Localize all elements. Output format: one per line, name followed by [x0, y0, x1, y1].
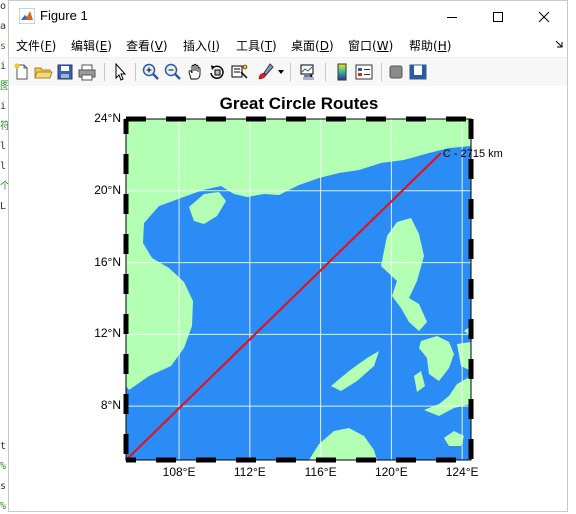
figure-window: Figure 1 文件(F) 编辑(E) 查看(V) 插入(I) 工具(T) 桌…	[8, 0, 568, 512]
matlab-icon	[19, 8, 35, 24]
menu-file[interactable]: 文件(F)	[16, 37, 56, 54]
menu-bar: 文件(F) 编辑(E) 查看(V) 插入(I) 工具(T) 桌面(D) 窗口(W…	[9, 32, 567, 57]
maximize-icon	[493, 11, 503, 22]
background-editor-char: i	[0, 101, 7, 112]
y-tick-label: 24°N	[94, 111, 121, 125]
rotate-icon[interactable]	[207, 62, 227, 82]
y-tick-label: 16°N	[94, 254, 121, 269]
y-tick-label: 12°N	[94, 326, 121, 341]
x-tick-label: 124°E	[445, 465, 479, 479]
x-tick-label: 112°E	[233, 465, 266, 479]
x-tick-label: 116°E	[304, 465, 337, 479]
menu-window[interactable]: 窗口(W)	[348, 37, 393, 54]
toolbar-separator	[290, 63, 291, 81]
background-editor-char: %	[0, 501, 7, 512]
minimize-icon	[447, 16, 457, 18]
close-button[interactable]	[521, 1, 567, 32]
open-file-icon[interactable]	[33, 62, 53, 82]
x-tick-label: 120°E	[374, 465, 408, 479]
background-editor-char: i	[0, 61, 7, 72]
hide-plot-tools-icon[interactable]	[386, 62, 406, 82]
background-editor-char: t	[0, 441, 7, 452]
menu-insert[interactable]: 插入(I)	[183, 37, 220, 54]
background-editor-char: l	[0, 141, 7, 152]
y-tick-label: 8°N	[100, 398, 121, 413]
print-icon[interactable]	[77, 62, 97, 82]
background-editor-strip	[0, 0, 8, 514]
save-icon[interactable]	[55, 62, 75, 82]
brush-icon[interactable]	[255, 62, 275, 82]
pointer-icon[interactable]	[110, 62, 130, 82]
show-plot-tools-icon[interactable]	[408, 62, 428, 82]
close-icon	[538, 11, 550, 22]
toolbar-separator	[381, 63, 382, 81]
background-editor-char: s	[0, 41, 7, 52]
menu-help[interactable]: 帮助(H)	[409, 37, 451, 54]
background-editor-char: L	[0, 201, 7, 212]
link-icon[interactable]	[298, 62, 318, 82]
zoom-in-icon[interactable]	[141, 62, 161, 82]
map-plot[interactable]: C - 2715 km Great Circle Routes	[9, 86, 567, 511]
chart-title: Great Circle Routes	[220, 94, 379, 113]
background-editor-char: a	[0, 21, 7, 32]
menu-tools[interactable]: 工具(T)	[236, 37, 277, 54]
dock-arrow-icon[interactable]	[555, 40, 564, 49]
toolbar-separator	[325, 63, 326, 81]
toolbar-separator	[104, 63, 105, 81]
menu-desktop[interactable]: 桌面(D)	[291, 37, 334, 54]
maximize-button[interactable]	[475, 1, 521, 32]
route-annotation: C - 2715 km	[443, 148, 503, 160]
menu-view[interactable]: 查看(V)	[126, 37, 168, 54]
figure-canvas: C - 2715 km Great Circle Routes 8°N 12°N 1…	[9, 86, 567, 511]
x-tick-label: 108°E	[162, 465, 196, 479]
background-editor-char: o	[0, 1, 7, 12]
toolbar-separator	[135, 63, 136, 81]
background-editor-char: %	[0, 461, 7, 472]
zoom-out-icon[interactable]	[163, 62, 183, 82]
y-tick-label: 20°N	[94, 182, 121, 197]
new-figure-icon[interactable]	[12, 62, 32, 82]
figure-toolbar	[9, 57, 567, 87]
legend-icon[interactable]	[354, 62, 374, 82]
data-cursor-icon[interactable]	[229, 62, 249, 82]
pan-icon[interactable]	[185, 62, 205, 82]
minimize-button[interactable]	[429, 1, 475, 32]
brush-dropdown-icon[interactable]	[278, 70, 284, 74]
background-editor-char: l	[0, 161, 7, 172]
background-editor-char: s	[0, 481, 7, 492]
menu-edit[interactable]: 编辑(E)	[71, 37, 112, 54]
window-title: Figure 1	[40, 8, 88, 23]
colorbar-icon[interactable]	[332, 62, 352, 82]
title-bar: Figure 1	[9, 1, 567, 32]
